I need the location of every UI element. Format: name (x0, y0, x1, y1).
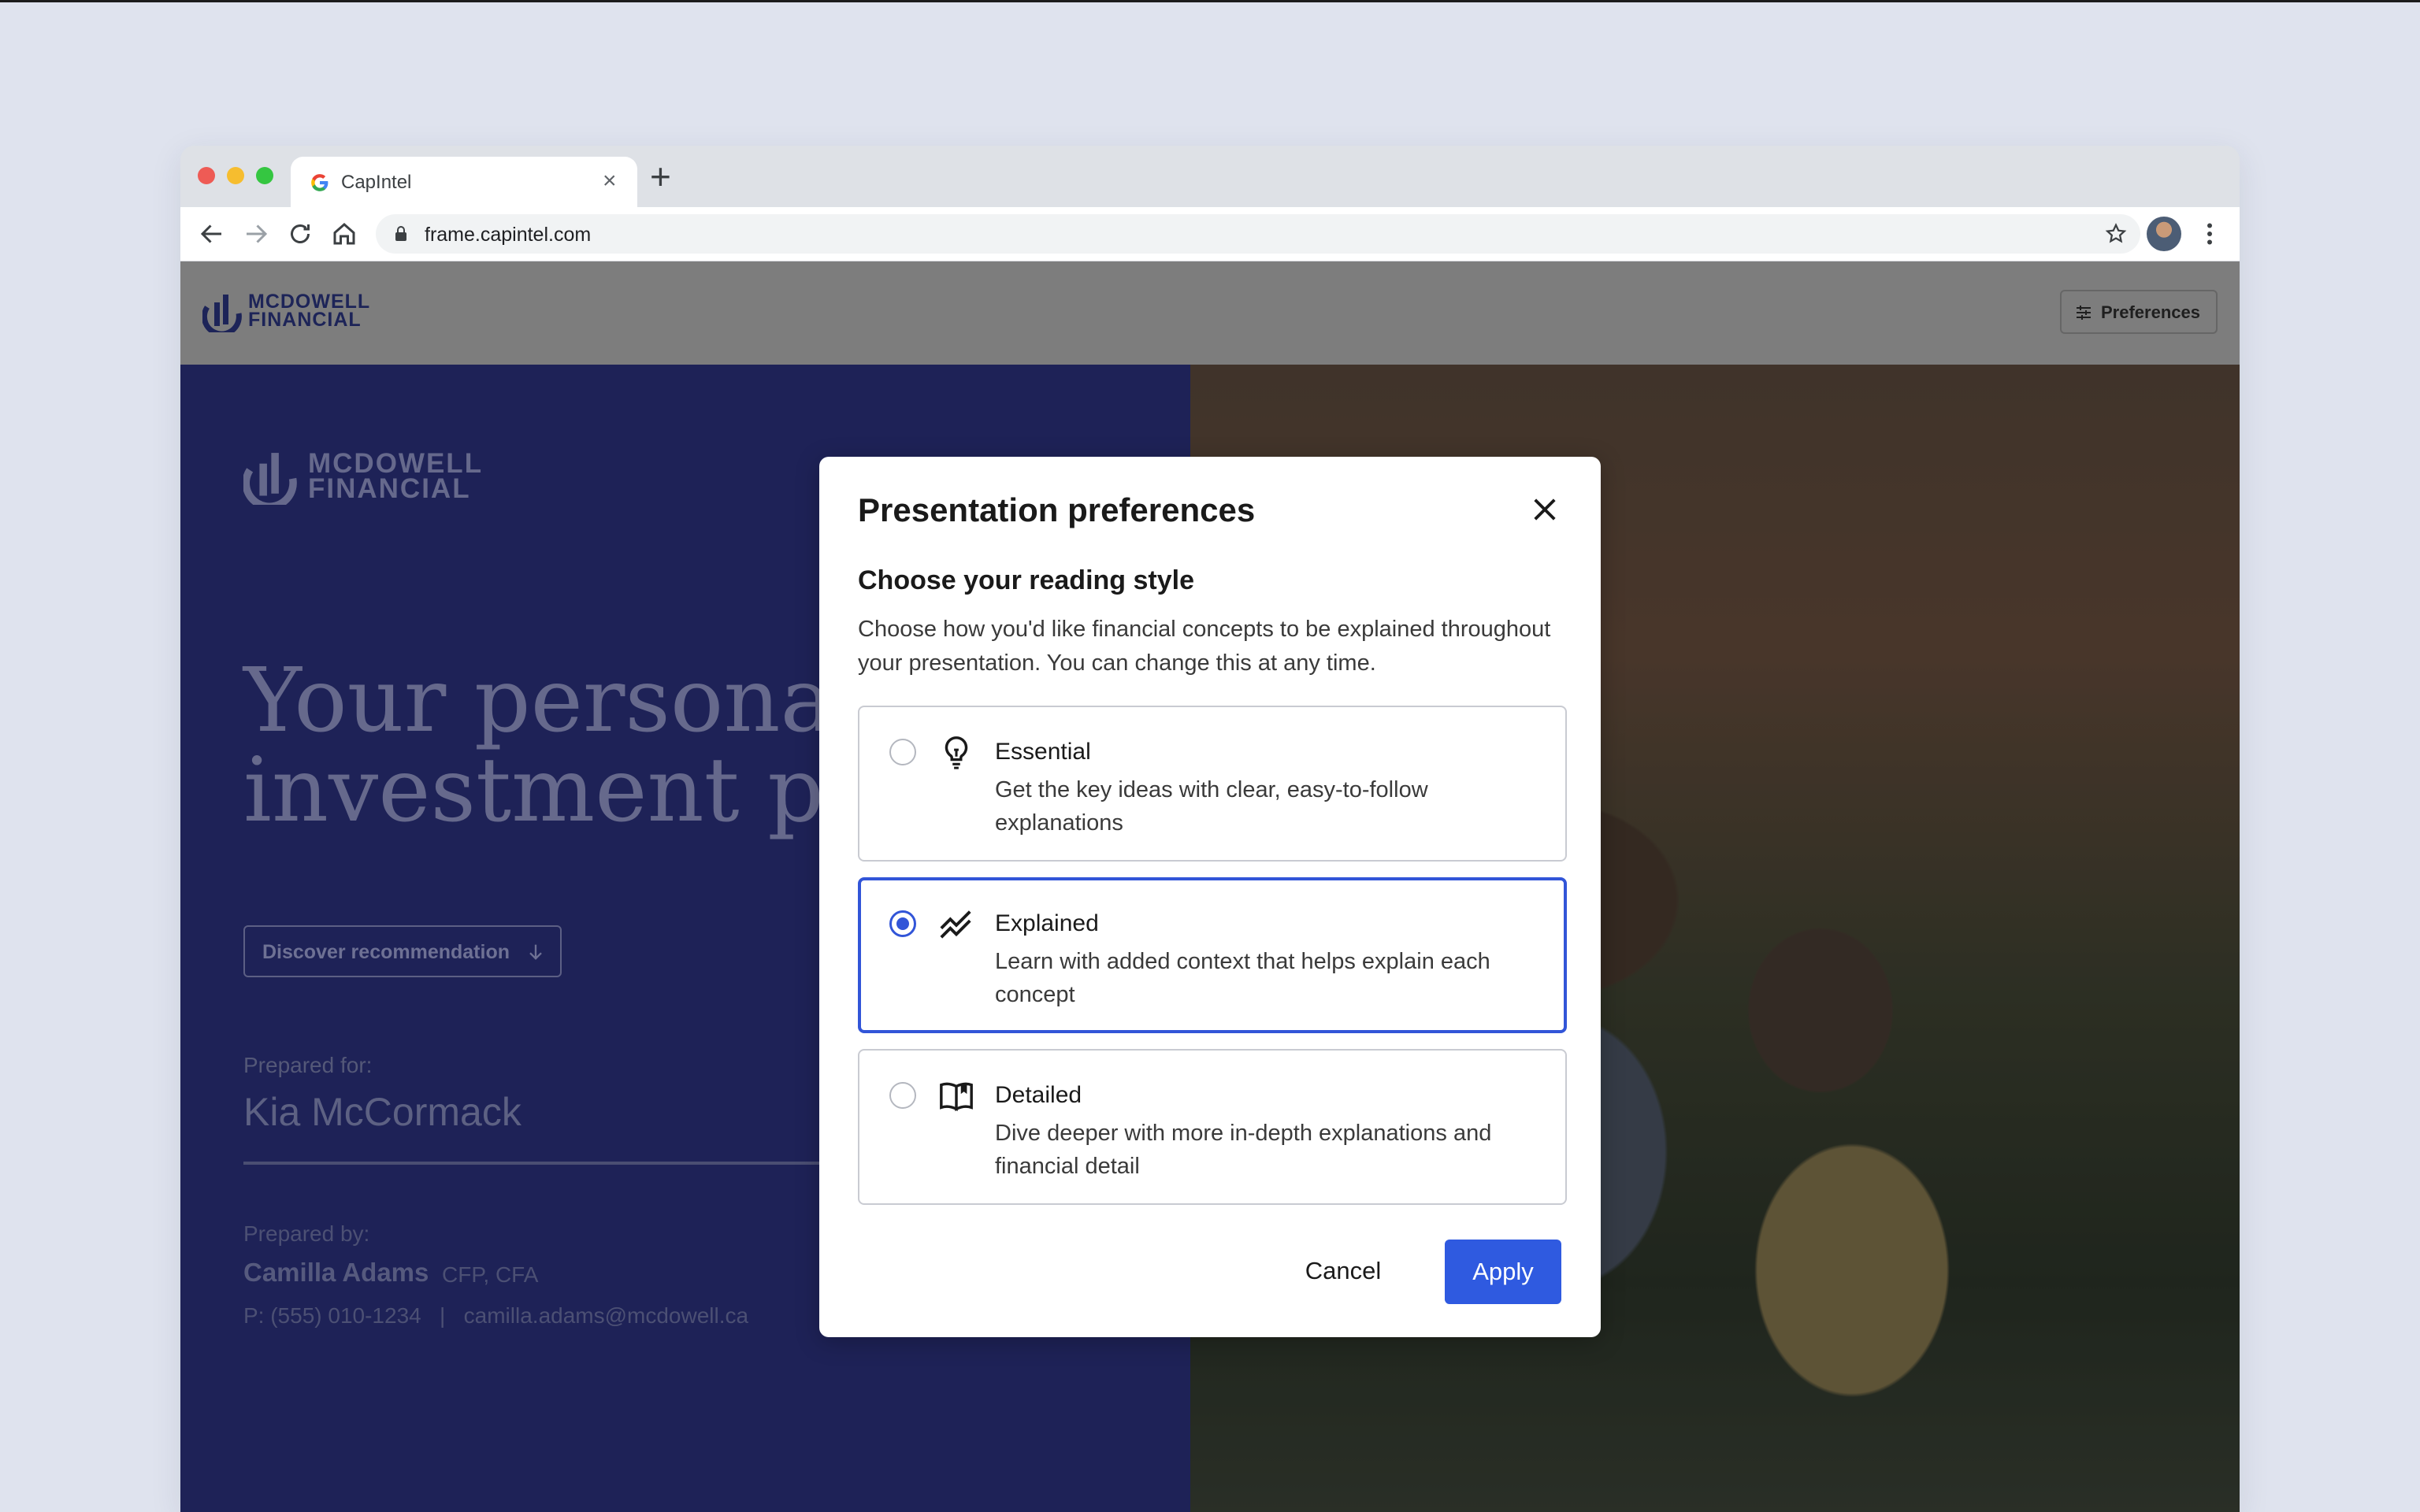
lock-icon (395, 226, 406, 241)
preferences-label: Preferences (2101, 302, 2200, 322)
option-description: Learn with added context that helps expl… (995, 949, 1490, 1007)
back-arrow-icon[interactable] (198, 220, 226, 248)
prepared-for-label: Prepared for: (243, 1053, 373, 1077)
option-explained[interactable]: Explained Learn with added context that … (858, 877, 1567, 1033)
advisor-credentials: CFP, CFA (442, 1262, 539, 1287)
advisor-name: Camilla Adams (243, 1258, 429, 1287)
brand-name: MCDOWELL FINANCIAL (248, 291, 371, 331)
open-book-icon (940, 1082, 973, 1112)
app-header: MCDOWELL FINANCIAL Preferences (180, 261, 2240, 366)
preferences-button[interactable]: Preferences (2060, 290, 2218, 334)
close-icon[interactable] (1528, 493, 1561, 526)
maximize-window-button[interactable] (256, 167, 273, 184)
discover-recommendation-button[interactable]: Discover recommendation (243, 925, 562, 977)
option-description: Get the key ideas with clear, easy-to-fo… (995, 777, 1428, 836)
option-essential[interactable]: Essential Get the key ideas with clear, … (858, 706, 1567, 862)
reading-style-heading: Choose your reading style (858, 565, 1194, 595)
screen-top-edge (0, 0, 2420, 2)
cancel-button[interactable]: Cancel (1284, 1240, 1402, 1303)
option-detailed[interactable]: Detailed Dive deeper with more in-depth … (858, 1049, 1567, 1205)
bookmark-star-icon[interactable] (2104, 222, 2128, 246)
more-menu-icon[interactable] (2195, 220, 2224, 248)
radio-explained[interactable] (889, 910, 916, 937)
logo-mark-icon (243, 453, 297, 505)
tab-close-icon[interactable]: × (603, 168, 617, 195)
option-title: Detailed (995, 1082, 1082, 1108)
prepared-by-label: Prepared by: (243, 1221, 370, 1246)
option-title: Essential (995, 739, 1091, 765)
brand-name: MCDOWELL FINANCIAL (308, 448, 484, 504)
forward-arrow-icon[interactable] (242, 220, 270, 248)
reading-style-description: Choose how you'd like financial concepts… (858, 617, 1551, 676)
browser-toolbar: frame.capintel.com (180, 207, 2240, 261)
url-text: frame.capintel.com (425, 224, 592, 246)
arrow-down-icon (529, 944, 542, 960)
address-bar[interactable]: frame.capintel.com (376, 214, 2140, 254)
new-tab-button[interactable]: + (650, 158, 671, 195)
home-icon[interactable] (330, 220, 358, 248)
hero-heading: Your personal investment pr (243, 650, 867, 842)
sliders-icon (2077, 306, 2091, 320)
option-description: Dive deeper with more in-depth explanati… (995, 1121, 1492, 1179)
radio-detailed[interactable] (889, 1082, 916, 1109)
mcdowell-logo-large: MCDOWELL FINANCIAL (243, 448, 496, 519)
reload-icon[interactable] (286, 220, 314, 248)
option-title: Explained (995, 910, 1099, 936)
client-name: Kia McCormack (243, 1090, 521, 1134)
mcdowell-logo: MCDOWELL FINANCIAL (202, 290, 369, 335)
radio-essential[interactable] (889, 739, 916, 765)
lightbulb-icon (945, 736, 968, 769)
dialog-title: Presentation preferences (858, 491, 1256, 528)
minimize-window-button[interactable] (227, 167, 244, 184)
advisor-contact: P: (555) 010-1234 | camilla.adams@mcdowe… (243, 1303, 749, 1328)
tab-title: CapIntel (341, 172, 412, 193)
google-favicon-icon (311, 174, 328, 191)
logo-mark-icon (202, 295, 242, 332)
trend-chart-icon (940, 910, 971, 939)
presentation-preferences-dialog: Presentation preferences Choose your rea… (819, 457, 1601, 1337)
discover-label: Discover recommendation (262, 941, 510, 963)
apply-button[interactable]: Apply (1445, 1240, 1561, 1304)
browser-tab-capintel[interactable]: CapIntel × (291, 157, 637, 207)
tab-strip: CapIntel × + (180, 146, 2240, 207)
profile-avatar[interactable] (2147, 217, 2181, 251)
close-window-button[interactable] (198, 167, 215, 184)
